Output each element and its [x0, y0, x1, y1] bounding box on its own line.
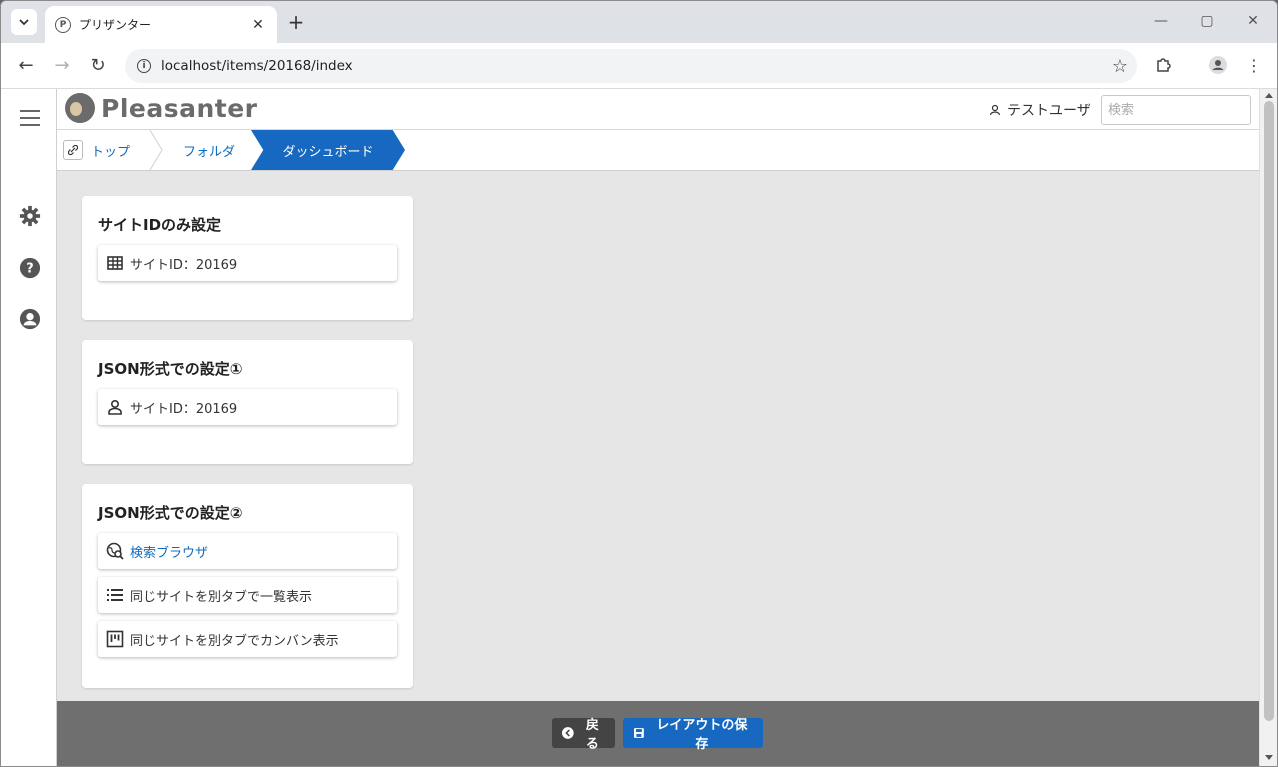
- maximize-icon[interactable]: ▢: [1197, 13, 1217, 29]
- chevron-down-icon: [19, 19, 29, 26]
- hamburger-menu-icon[interactable]: [20, 110, 40, 131]
- breadcrumb-item-folder[interactable]: フォルダ: [183, 130, 235, 170]
- site-link-item[interactable]: サイトID：20169: [98, 245, 397, 281]
- scroll-up-icon[interactable]: [1264, 91, 1274, 99]
- side-menu: ?: [1, 89, 57, 766]
- gear-icon[interactable]: [19, 205, 41, 227]
- card-title: JSON形式での設定①: [98, 360, 243, 378]
- link-label: 同じサイトを別タブで一覧表示: [130, 589, 313, 605]
- user-icon: [989, 104, 1001, 116]
- dashboard-content: サイトIDのみ設定 サイトID：20169 JSON形式での設定① サイトID：…: [57, 171, 1259, 701]
- search-browser-link[interactable]: 検索ブラウザ: [98, 533, 397, 569]
- tab-strip: P プリザンター ✕ + — ▢ ✕: [1, 1, 1277, 43]
- card-title: サイトIDのみ設定: [98, 216, 222, 234]
- app-header: Pleasanter テストユーザ: [57, 89, 1259, 130]
- back-arrow-icon[interactable]: ←: [15, 55, 37, 77]
- breadcrumb-separator: [149, 130, 163, 170]
- help-icon[interactable]: ?: [19, 257, 41, 279]
- account-icon[interactable]: [19, 308, 41, 330]
- back-circle-icon: [562, 727, 574, 739]
- back-button-label: 戻る: [585, 718, 599, 752]
- main-area: Pleasanter テストユーザ トップ フォルダ: [57, 89, 1259, 766]
- reload-icon[interactable]: ↻: [87, 55, 109, 77]
- site-link-item[interactable]: サイトID：20169: [98, 389, 397, 425]
- user-menu[interactable]: テストユーザ: [989, 100, 1091, 120]
- dashboard-card: サイトIDのみ設定 サイトID：20169: [82, 196, 413, 320]
- new-tab-icon[interactable]: +: [285, 11, 307, 33]
- tab-close-icon[interactable]: ✕: [249, 17, 267, 33]
- save-layout-button[interactable]: レイアウトの保存: [623, 718, 763, 752]
- browser-toolbar: ← → ↻ i localhost/items/20168/index ☆ ⋮: [1, 43, 1277, 89]
- minimize-icon[interactable]: —: [1151, 13, 1171, 29]
- link-label: 検索ブラウザ: [130, 545, 209, 561]
- table-grid-icon: [107, 256, 123, 270]
- site-info-icon[interactable]: i: [137, 59, 151, 73]
- list-icon: [107, 589, 123, 601]
- breadcrumb-label[interactable]: フォルダ: [183, 141, 235, 160]
- app-root: ? Pleasanter テストユーザ 検索 トップ フォルダ ダッシュボード …: [1, 89, 1277, 766]
- link-label: サイトID：20169: [130, 257, 238, 273]
- save-button-label: レイアウトの保存: [656, 718, 748, 752]
- breadcrumb-item-dashboard[interactable]: ダッシュボード: [251, 130, 405, 170]
- back-button[interactable]: 戻る: [552, 718, 615, 752]
- tab-title: プリザンター: [79, 18, 152, 32]
- kanban-icon: [106, 630, 124, 648]
- kanban-view-link[interactable]: 同じサイトを別タブでカンバン表示: [98, 621, 397, 657]
- favicon-icon: P: [55, 16, 71, 33]
- logo-mark-icon: [65, 93, 95, 123]
- search-input[interactable]: [1101, 95, 1251, 125]
- browser-window: P プリザンター ✕ + — ▢ ✕ ← → ↻ i localhost/ite…: [0, 0, 1278, 767]
- browser-tab[interactable]: P プリザンター ✕: [45, 6, 277, 43]
- save-icon: [633, 728, 644, 738]
- breadcrumb-active-label: ダッシュボード: [282, 144, 374, 160]
- pleasanter-logo[interactable]: Pleasanter: [65, 93, 258, 123]
- breadcrumb-label[interactable]: トップ: [91, 141, 130, 160]
- extensions-icon[interactable]: [1153, 55, 1175, 77]
- address-bar[interactable]: i localhost/items/20168/index ☆: [125, 49, 1137, 83]
- menu-kebab-icon[interactable]: ⋮: [1243, 55, 1265, 77]
- window-close-icon[interactable]: ✕: [1243, 13, 1263, 29]
- scroll-thumb[interactable]: [1264, 101, 1274, 721]
- page-scrollbar[interactable]: [1259, 89, 1277, 766]
- bookmark-star-icon[interactable]: ☆: [1103, 56, 1137, 77]
- card-title: JSON形式での設定②: [98, 504, 243, 522]
- url-text[interactable]: localhost/items/20168/index: [161, 58, 1103, 74]
- breadcrumb-item-top[interactable]: トップ: [63, 130, 130, 170]
- tab-search-button[interactable]: [11, 9, 37, 35]
- dashboard-card: JSON形式での設定① サイトID：20169: [82, 340, 413, 464]
- scroll-down-icon[interactable]: [1264, 754, 1274, 762]
- footer-bar: 戻る レイアウトの保存: [57, 701, 1259, 766]
- user-name: テストユーザ: [1007, 103, 1091, 119]
- link-label: 同じサイトを別タブでカンバン表示: [130, 633, 339, 649]
- forward-arrow-icon[interactable]: →: [51, 55, 73, 77]
- link-icon: [63, 140, 83, 160]
- globe-search-icon: [106, 542, 124, 560]
- profile-icon[interactable]: [1207, 55, 1229, 77]
- svg-text:?: ?: [26, 262, 33, 277]
- link-label: サイトID：20169: [130, 401, 238, 417]
- dashboard-card: JSON形式での設定② 検索ブラウザ 同じサイトを別タブで一覧表示 同じサイトを…: [82, 484, 413, 688]
- person-icon: [108, 399, 122, 415]
- breadcrumb: トップ フォルダ ダッシュボード: [57, 130, 1259, 171]
- list-view-link[interactable]: 同じサイトを別タブで一覧表示: [98, 577, 397, 613]
- logo-text: Pleasanter: [101, 93, 258, 123]
